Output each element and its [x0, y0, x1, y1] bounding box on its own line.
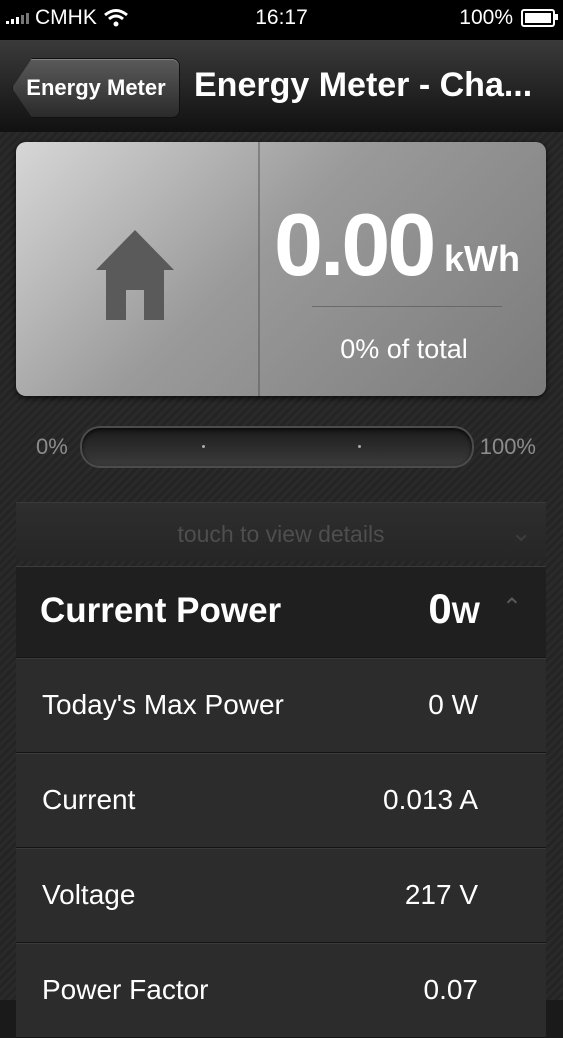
current-power-row[interactable]: Current Power 0W ⌃ [16, 566, 546, 658]
battery-percent: 100% [459, 6, 513, 29]
progress-min-label: 0% [36, 434, 68, 459]
energy-unit: kWh [444, 238, 520, 279]
list-item: Today's Max Power 0 W [16, 658, 546, 753]
main-content: 0.00 kWh 0% of total 0% 100% touch to vi… [0, 132, 563, 1038]
card-rule [312, 306, 502, 307]
battery-icon [521, 9, 558, 27]
energy-value: 0.00 [274, 195, 436, 294]
navigation-bar: Energy Meter Energy Meter - Cha... [0, 40, 563, 133]
chevron-up-icon[interactable]: ⌃ [502, 593, 522, 622]
metric-label: Power Factor [42, 974, 209, 1005]
usage-progress: 0% 100% [16, 412, 546, 482]
list-item: Current 0.013 A [16, 753, 546, 848]
metric-value: 217 V [404, 879, 478, 910]
metric-value: 0.013 A [383, 784, 478, 815]
metric-label: Current [42, 784, 136, 815]
progress-track [80, 426, 474, 468]
list-item: Power Factor 0.07 [16, 943, 546, 1038]
battery-group: 100% [459, 6, 558, 30]
status-bar: CMHK 16:17 100% [0, 0, 563, 40]
metric-label: Voltage [42, 879, 136, 910]
current-power-number: 0 [428, 585, 452, 632]
progress-max-label: 100% [479, 434, 536, 459]
metric-value: 0 W [428, 689, 478, 720]
metrics-list: Current Power 0W ⌃ Today's Max Power 0 W… [16, 566, 546, 1038]
list-item: Voltage 217 V [16, 848, 546, 943]
metric-label: Today's Max Power [42, 689, 284, 720]
house-icon [96, 230, 174, 320]
page-title: Energy Meter - Cha... [194, 66, 533, 104]
view-details-button[interactable]: touch to view details ⌄ [16, 502, 546, 561]
current-power-unit: W [451, 597, 480, 630]
card-divider [258, 142, 260, 396]
current-power-label: Current Power [40, 591, 282, 630]
progress-tick [202, 445, 205, 448]
progress-tick [358, 445, 361, 448]
details-hint: touch to view details [177, 521, 385, 547]
current-power-value: 0W [428, 585, 480, 633]
metric-value: 0.07 [423, 974, 479, 1005]
percent-of-total: 0% of total [340, 334, 468, 364]
chevron-down-icon: ⌄ [510, 517, 532, 547]
energy-summary-card[interactable]: 0.00 kWh 0% of total [16, 142, 546, 396]
back-button[interactable]: Energy Meter [12, 58, 180, 118]
